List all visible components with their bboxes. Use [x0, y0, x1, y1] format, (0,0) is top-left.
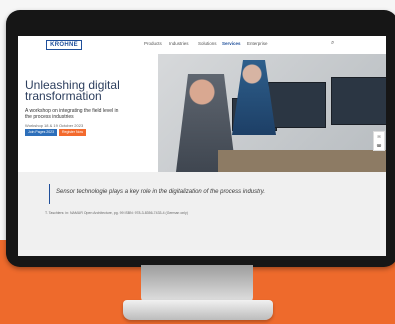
menu-products[interactable]: Products: [144, 41, 162, 46]
monitor-stand-base: [123, 300, 273, 320]
quote-citation: T. Taschlers: in: NAMUR Open Architectur…: [45, 211, 188, 215]
register-button[interactable]: Register Now: [59, 129, 87, 136]
menu-services[interactable]: Services: [222, 41, 241, 46]
menu-industries[interactable]: Industries: [169, 41, 189, 46]
quote-accent-line: [49, 184, 50, 204]
monitor-stand-neck: [141, 265, 253, 303]
background-monitor: [331, 77, 386, 125]
hero-headline: Unleashing digital transformation: [25, 78, 120, 103]
contact-sidebar[interactable]: ✉ ☎: [373, 131, 385, 151]
top-navigation: KROHNE Products Industries Solutions Ser…: [18, 36, 386, 55]
engineer-standing: [232, 60, 276, 135]
search-icon[interactable]: ⌕: [331, 40, 334, 47]
krohne-logo[interactable]: KROHNE: [46, 40, 82, 50]
join-pages-button[interactable]: Join Pages 2023: [25, 129, 58, 136]
menu-enterprise[interactable]: Enterprise: [247, 41, 268, 46]
hero-event-date: Workshop 18 & 19 October 2023: [25, 123, 84, 128]
quote-text: Sensor technologie plays a key role in t…: [56, 189, 266, 195]
monitor-screen: KROHNE Products Industries Solutions Ser…: [18, 36, 386, 256]
menu-solutions[interactable]: Solutions: [198, 41, 217, 46]
desk: [218, 150, 386, 172]
chat-icon[interactable]: ✉: [374, 132, 384, 141]
hero-subheading: A workshop on integrating the field leve…: [25, 108, 119, 120]
phone-icon[interactable]: ☎: [374, 141, 384, 150]
background-monitor: [268, 82, 326, 128]
hero-photo: [158, 54, 386, 172]
